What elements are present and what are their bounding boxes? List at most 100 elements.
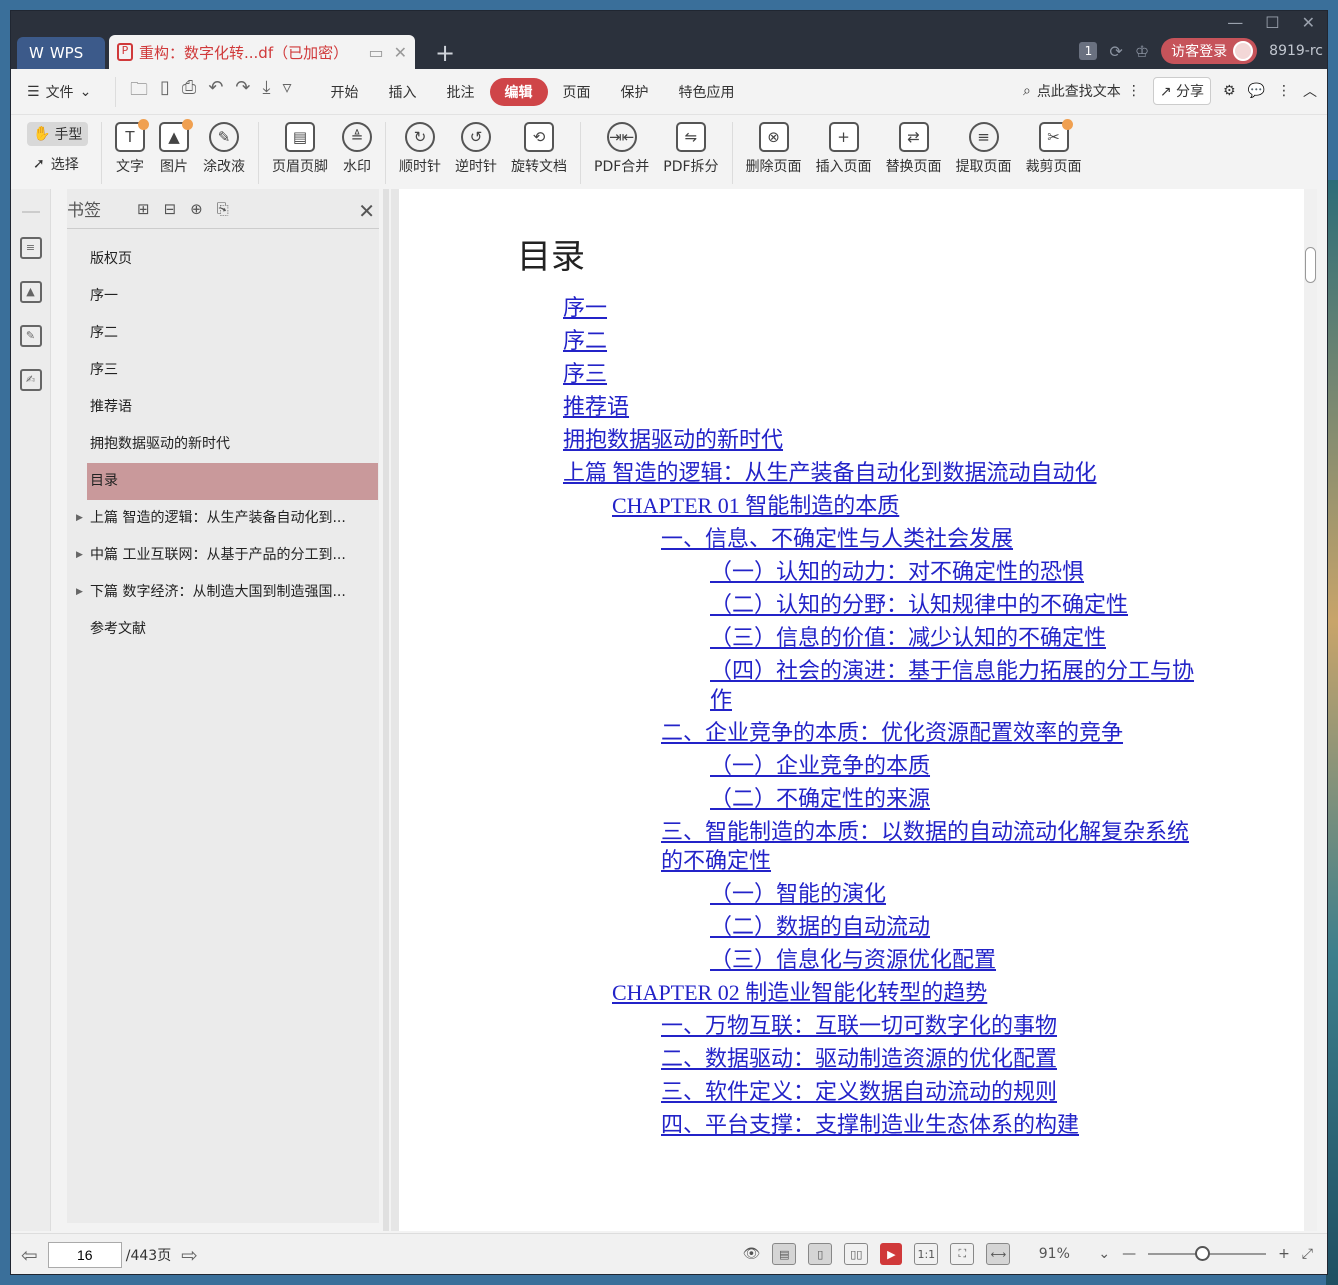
comment-icon[interactable]: 💬 (1248, 83, 1265, 99)
correction-fluid-button[interactable]: ✎ 涂改液 (196, 122, 252, 184)
bookmark-settings-icon[interactable]: ⎘ (217, 200, 229, 218)
single-page-view-icon[interactable]: ▯ (808, 1243, 833, 1265)
toc-entry-link[interactable]: 四、平台支撑：支撑制造业生态体系的构建 (515, 1110, 1205, 1139)
scrollbar-thumb[interactable] (1305, 247, 1316, 283)
toc-entry-link[interactable]: （二）不确定性的来源 (515, 784, 1205, 813)
text-tool-button[interactable]: T 文字 (108, 119, 152, 184)
find-text-box[interactable]: ⌕ 点此查找文本 ⋮ (1023, 81, 1141, 101)
delete-page-button[interactable]: ⊗ 删除页面 (739, 122, 809, 184)
toc-entry-link[interactable]: 上篇 智造的逻辑：从生产装备自动化到数据流动自动化 (515, 458, 1205, 487)
toc-entry-link[interactable]: 三、软件定义：定义数据自动流动的规则 (515, 1077, 1205, 1106)
toc-entry-link[interactable]: （三）信息化与资源优化配置 (515, 945, 1205, 974)
rotate-counterclockwise-button[interactable]: ↺ 逆时针 (448, 122, 504, 184)
tab-edit[interactable]: 编辑 (489, 77, 548, 106)
share-button[interactable]: ↗ 分享 (1152, 77, 1211, 105)
pdf-merge-button[interactable]: ⇥⇤ PDF合并 (587, 122, 656, 184)
tab-insert[interactable]: 插入 (374, 78, 432, 106)
bookmark-item-expandable[interactable]: ▶ 上篇 智造的逻辑：从生产装备自动化到... (67, 500, 379, 537)
skin-icon[interactable]: ♔ (1135, 42, 1149, 61)
toc-entry-link[interactable]: 二、企业竞争的本质：优化资源配置效率的竞争 (515, 718, 1205, 747)
next-page-icon[interactable]: ⇨ (181, 1243, 198, 1267)
file-menu[interactable]: ☰ 文件 ⌄ (11, 82, 115, 102)
collapse-all-icon[interactable]: ⊟ (164, 200, 177, 218)
bookmark-item[interactable]: 序三 (67, 352, 379, 389)
toc-entry-link[interactable]: 二、数据驱动：驱动制造资源的优化配置 (515, 1044, 1205, 1073)
expand-all-icon[interactable]: ⊞ (137, 200, 150, 218)
toc-entry-link[interactable]: （二）认知的分野：认知规律中的不确定性 (515, 590, 1205, 619)
toc-entry-link[interactable]: （四）社会的演进：基于信息能力拓展的分工与协作 (515, 656, 1205, 714)
toc-entry-link[interactable]: （一）智能的演化 (515, 879, 1205, 908)
bookmark-item[interactable]: 拥抱数据驱动的新时代 (67, 426, 379, 463)
panel-splitter[interactable] (383, 189, 389, 1231)
prev-page-icon[interactable]: ⇦ (21, 1243, 38, 1267)
header-footer-button[interactable]: ▤ 页眉页脚 (265, 122, 335, 184)
toc-entry-link[interactable]: 推荐语 (515, 392, 1205, 421)
minimize-icon[interactable]: — (1227, 13, 1243, 32)
login-button[interactable]: 访客登录 (1161, 38, 1258, 64)
close-tab-icon[interactable]: ✕ (394, 43, 407, 62)
new-tab-button[interactable]: + (435, 39, 455, 67)
bookmark-item[interactable]: 推荐语 (67, 389, 379, 426)
replace-page-button[interactable]: ⇄ 替换页面 (879, 122, 949, 184)
bookmark-item[interactable]: 序一 (67, 278, 379, 315)
rotate-clockwise-button[interactable]: ↻ 顺时针 (392, 122, 448, 184)
tab-wps-home[interactable]: W WPS (17, 37, 105, 69)
two-page-view-icon[interactable]: ▯▯ (844, 1243, 869, 1265)
hand-tool-button[interactable]: ✋ 手型 (27, 122, 89, 146)
fullscreen-icon[interactable]: ⤢ (1302, 1246, 1313, 1262)
bookmark-item-expandable[interactable]: ▶ 下篇 数字经济：从制造大国到制造强国... (67, 574, 379, 611)
extract-page-button[interactable]: ≡ 提取页面 (949, 122, 1019, 184)
bookmark-item-expandable[interactable]: ▶ 中篇 工业互联网：从基于产品的分工到... (67, 537, 379, 574)
tab-annotate[interactable]: 批注 (432, 78, 490, 106)
bookmark-item[interactable]: 序二 (67, 315, 379, 352)
toc-entry-link[interactable]: 序三 (515, 359, 1205, 388)
tab-start[interactable]: 开始 (316, 78, 374, 106)
gear-icon[interactable]: ⚙ (1223, 83, 1236, 99)
signature-icon[interactable]: ✍ (19, 369, 42, 391)
bookmark-item-active[interactable]: 目录 (87, 463, 378, 500)
toc-entry-link[interactable]: （二）数据的自动流动 (515, 912, 1205, 941)
thumbnail-icon[interactable]: ▲ (19, 281, 42, 303)
continuous-view-icon[interactable]: ▤ (772, 1243, 797, 1265)
bookmark-item[interactable]: 参考文献 (67, 611, 379, 648)
close-icon[interactable]: ✕ (358, 199, 375, 223)
cloud-sync-icon[interactable]: ⟳ (1109, 42, 1122, 61)
add-bookmark-icon[interactable]: ⊕ (190, 200, 203, 218)
tab-protect[interactable]: 保护 (606, 78, 664, 106)
select-tool-button[interactable]: ➚ 选择 (27, 154, 101, 174)
tab-page[interactable]: 页面 (548, 78, 606, 106)
zoom-slider[interactable] (1148, 1246, 1267, 1261)
bookmark-item[interactable]: 版权页 (67, 241, 379, 278)
toc-entry-link[interactable]: （三）信息的价值：减少认知的不确定性 (515, 623, 1205, 652)
crop-page-button[interactable]: ✂ 裁剪页面 (1019, 119, 1089, 184)
toc-entry-link[interactable]: （一）认知的动力：对不确定性的恐惧 (515, 557, 1205, 586)
expand-arrow-icon[interactable]: ▶ (76, 574, 83, 611)
vertical-scrollbar[interactable] (1304, 189, 1317, 1231)
image-tool-button[interactable]: ▲ 图片 (152, 119, 196, 184)
toc-entry-link[interactable]: 一、万物互联：互联一切可数字化的事物 (515, 1011, 1205, 1040)
zoom-out-icon[interactable]: — (1122, 1246, 1136, 1262)
toc-entry-link[interactable]: 拥抱数据驱动的新时代 (515, 425, 1205, 454)
page-number-input[interactable] (47, 1242, 122, 1268)
zoom-level[interactable]: 91% (1022, 1246, 1086, 1262)
more-dropdown-icon[interactable]: ▿ (282, 77, 291, 107)
annotation-icon[interactable]: ✎ (19, 325, 42, 347)
zoom-dropdown-icon[interactable]: ⌄ (1098, 1246, 1110, 1262)
more-vertical-icon[interactable]: ⋮ (1127, 83, 1141, 99)
rotate-document-button[interactable]: ⟲ 旋转文档 (504, 122, 574, 184)
zoom-slider-knob[interactable] (1195, 1246, 1211, 1261)
toc-entry-link[interactable]: 序一 (515, 293, 1205, 322)
save-icon[interactable]: ▯ (160, 77, 170, 107)
watermark-button[interactable]: ≜ 水印 (335, 122, 379, 184)
open-folder-icon[interactable]: 🗀 (130, 77, 148, 107)
eye-protection-icon[interactable]: 👁 (743, 1246, 761, 1262)
tab-special[interactable]: 特色应用 (664, 78, 750, 106)
actual-size-icon[interactable]: 1:1 (914, 1243, 939, 1265)
toc-entry-link[interactable]: 三、智能制造的本质：以数据的自动流动化解复杂系统的不确定性 (515, 817, 1205, 875)
collapse-ribbon-icon[interactable]: ︿ (1303, 81, 1317, 101)
toc-entry-link[interactable]: （一）企业竞争的本质 (515, 751, 1205, 780)
bookmark-list-icon[interactable]: ≡ (19, 237, 42, 259)
fit-width-icon[interactable]: ⟷ (986, 1243, 1011, 1265)
play-icon[interactable]: ▶ (880, 1243, 903, 1265)
insert-page-button[interactable]: + 插入页面 (809, 122, 879, 184)
